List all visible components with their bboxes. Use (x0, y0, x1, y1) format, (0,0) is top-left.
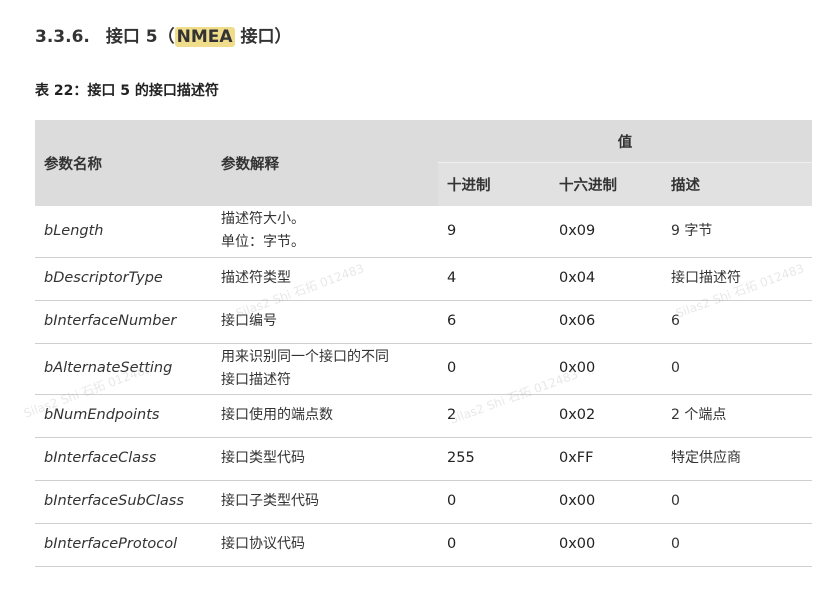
param-name-cell: bAlternateSetting (35, 343, 212, 395)
table-caption: 表 22：接口 5 的接口描述符 (35, 83, 219, 99)
section-title-after: 接口） (234, 27, 292, 47)
explain-line: 接口协议代码 (221, 536, 305, 552)
decimal-value-cell: 6 (438, 300, 550, 344)
explain-line: 接口编号 (221, 313, 277, 329)
table-row: bInterfaceSubClass 接口子类型代码 0 0x00 0 (35, 480, 813, 524)
hex-value-cell: 0x04 (550, 257, 662, 301)
section-number: 3.3.6. (35, 27, 90, 47)
explain-line: 接口描述符 (221, 371, 291, 388)
table-row: bLength 描述符大小。 单位：字节。 9 0x09 9 字节 (35, 206, 813, 258)
explain-line: 接口使用的端点数 (221, 407, 333, 423)
description-cell: 6 (662, 300, 813, 344)
explain-line: 单位：字节。 (221, 234, 305, 251)
header-description: 描述 (662, 162, 813, 206)
hex-value-cell: 0xFF (550, 437, 662, 481)
description-cell: 9 字节 (662, 206, 813, 258)
param-explain-cell: 接口使用的端点数 (212, 394, 438, 438)
description-cell: 0 (662, 523, 813, 567)
explain-line: 用来识别同一个接口的不同 (221, 348, 389, 365)
param-name-cell: bLength (35, 206, 212, 258)
table-row: bInterfaceProtocol 接口协议代码 0 0x00 0 (35, 523, 813, 567)
header-explain: 参数解释 (212, 120, 438, 206)
explain-line: 描述符类型 (221, 270, 291, 286)
table-body: bLength 描述符大小。 单位：字节。 9 0x09 9 字节 bDescriptorT… (35, 206, 813, 567)
hex-value-cell: 0x06 (550, 300, 662, 344)
interface-descriptor-table: 参数名称 参数解释 值 十进制 十六进制 描述 bLength 描述符大小。 单位：… (35, 120, 813, 567)
header-value: 值 (438, 120, 813, 163)
param-name-cell: bNumEndpoints (35, 394, 212, 438)
hex-value-cell: 0x00 (550, 480, 662, 524)
param-name-cell: bInterfaceSubClass (35, 480, 212, 524)
description-cell: 0 (662, 343, 813, 395)
param-explain-cell: 描述符类型 (212, 257, 438, 301)
param-name-cell: bInterfaceProtocol (35, 523, 212, 567)
description-cell: 0 (662, 480, 813, 524)
param-name-cell: bInterfaceNumber (35, 300, 212, 344)
table-row: bDescriptorType 描述符类型 4 0x04 接口描述符 (35, 257, 813, 301)
hex-value-cell: 0x00 (550, 343, 662, 395)
table-row: bNumEndpoints 接口使用的端点数 2 0x02 2 个端点 (35, 394, 813, 438)
param-explain-cell: 接口协议代码 (212, 523, 438, 567)
section-heading: 3.3.6. 接口 5（ NMEA 接口） (35, 22, 291, 47)
hex-value-cell: 0x09 (550, 206, 662, 258)
decimal-value-cell: 2 (438, 394, 550, 438)
param-explain-cell: 接口编号 (212, 300, 438, 344)
decimal-value-cell: 255 (438, 437, 550, 481)
hex-value-cell: 0x00 (550, 523, 662, 567)
param-explain-cell: 接口子类型代码 (212, 480, 438, 524)
param-explain-cell: 接口类型代码 (212, 437, 438, 481)
header-hex: 十六进制 (550, 162, 662, 206)
decimal-value-cell: 0 (438, 523, 550, 567)
section-title-before: 接口 5（ (105, 27, 175, 47)
decimal-value-cell: 0 (438, 480, 550, 524)
header-decimal: 十进制 (438, 162, 550, 206)
param-name-cell: bDescriptorType (35, 257, 212, 301)
description-cell: 特定供应商 (662, 437, 813, 481)
param-explain-cell: 用来识别同一个接口的不同 接口描述符 (212, 343, 438, 395)
hex-value-cell: 0x02 (550, 394, 662, 438)
description-cell: 接口描述符 (662, 257, 813, 301)
param-explain-cell: 描述符大小。 单位：字节。 (212, 206, 438, 258)
table-row: bInterfaceClass 接口类型代码 255 0xFF 特定供应商 (35, 437, 813, 481)
decimal-value-cell: 0 (438, 343, 550, 395)
table-row: bAlternateSetting 用来识别同一个接口的不同 接口描述符 0 0x00 0 (35, 343, 813, 395)
section-title-highlight: NMEA (174, 27, 235, 47)
table-row: bInterfaceNumber 接口编号 6 0x06 6 (35, 300, 813, 344)
param-name-cell: bInterfaceClass (35, 437, 212, 481)
decimal-value-cell: 4 (438, 257, 550, 301)
explain-line: 接口类型代码 (221, 450, 305, 466)
explain-line: 描述符大小。 (221, 211, 305, 228)
header-param: 参数名称 (35, 120, 212, 206)
explain-line: 接口子类型代码 (221, 493, 319, 509)
decimal-value-cell: 9 (438, 206, 550, 258)
description-cell: 2 个端点 (662, 394, 813, 438)
